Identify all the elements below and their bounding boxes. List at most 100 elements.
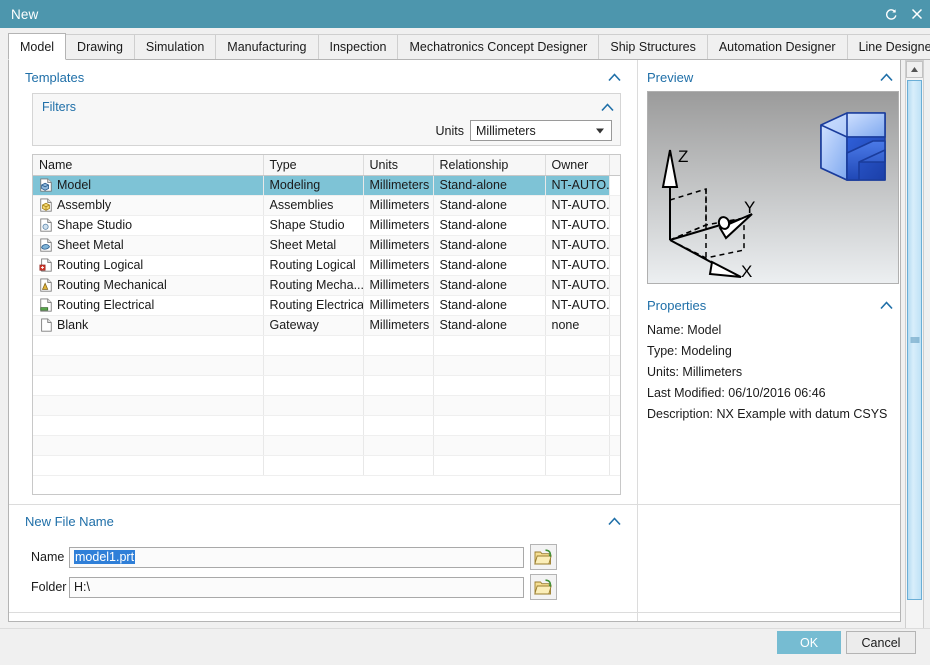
browse-folder-button[interactable] <box>530 574 557 600</box>
chevron-up-icon[interactable] <box>880 299 893 312</box>
shape-studio-template-icon <box>40 218 52 232</box>
table-row-empty[interactable] <box>33 355 620 376</box>
chevron-up-icon[interactable] <box>880 71 893 84</box>
tab-automation-designer[interactable]: Automation Designer <box>706 34 848 60</box>
tab-inspection[interactable]: Inspection <box>317 34 399 60</box>
table-row-empty[interactable] <box>33 415 620 436</box>
cell-units: Millimeters <box>363 315 434 336</box>
dialog-content: Model Drawing Simulation Manufacturing I… <box>0 28 930 650</box>
table-row[interactable]: Blank Gateway Millimeters Stand-alone no… <box>33 315 620 336</box>
table-row[interactable]: Assembly Assemblies Millimeters Stand-al… <box>33 195 620 216</box>
cell-units: Millimeters <box>363 255 434 276</box>
folder-row: Folder H:\ <box>31 574 557 600</box>
table-row-empty[interactable] <box>33 395 620 416</box>
templates-table[interactable]: Name Type Units Relationship Owner Model… <box>32 154 621 495</box>
routing-logical-template-icon <box>39 258 52 272</box>
properties-section-header: Properties <box>647 296 893 314</box>
chevron-up-icon[interactable] <box>608 515 621 528</box>
column-header-units[interactable]: Units <box>363 155 434 176</box>
tab-label: Mechatronics Concept Designer <box>409 40 588 54</box>
property-description: Description: NX Example with datum CSYS <box>647 407 888 421</box>
tab-simulation[interactable]: Simulation <box>133 34 217 60</box>
cell-name: Routing Electrical <box>33 295 264 316</box>
table-row-empty[interactable] <box>33 435 620 456</box>
table-row[interactable]: Model Modeling Millimeters Stand-alone N… <box>33 175 620 196</box>
templates-section-title: Templates <box>25 69 85 85</box>
cell-owner: NT-AUTO... <box>545 195 610 216</box>
property-type: Type: Modeling <box>647 344 732 358</box>
svg-text:Z: Z <box>678 147 688 166</box>
tab-strip: Model Drawing Simulation Manufacturing I… <box>8 33 930 60</box>
template-name: Shape Studio <box>57 218 133 232</box>
assembly-template-icon <box>40 198 52 212</box>
tab-label: Manufacturing <box>227 40 307 54</box>
column-header-owner[interactable]: Owner <box>545 155 610 176</box>
chevron-up-icon[interactable] <box>608 71 621 84</box>
cell-type: Shape Studio <box>263 215 364 236</box>
cell-type: Modeling <box>263 175 364 196</box>
cell-relationship: Stand-alone <box>433 235 546 256</box>
scroll-thumb[interactable] <box>907 80 922 600</box>
filters-header: Filters <box>42 99 614 115</box>
column-header-type[interactable]: Type <box>263 155 364 176</box>
tab-label: Line Designer <box>858 40 930 54</box>
table-row[interactable]: Shape Studio Shape Studio Millimeters St… <box>33 215 620 236</box>
routing-electrical-template-icon <box>40 298 52 312</box>
table-header-row: Name Type Units Relationship Owner <box>33 155 620 176</box>
template-name: Assembly <box>57 198 112 212</box>
new-file-name-section-header: New File Name <box>25 512 621 530</box>
open-folder-icon <box>534 578 552 594</box>
right-column: Preview Z Y X Properties Name: Model Typ… <box>637 60 900 621</box>
table-row-empty[interactable] <box>33 335 620 356</box>
cell-relationship: Stand-alone <box>433 315 546 336</box>
units-selected-value: Millimeters <box>476 123 536 138</box>
chevron-up-icon[interactable] <box>601 101 614 114</box>
table-row[interactable]: Routing Mechanical Routing Mecha... Mill… <box>33 275 620 296</box>
cell-relationship: Stand-alone <box>433 275 546 296</box>
units-filter-row: Units Millimeters <box>436 120 612 141</box>
browse-file-button[interactable] <box>530 544 557 570</box>
datum-csys-preview: Z Y X <box>647 91 899 284</box>
column-header-name[interactable]: Name <box>33 155 264 176</box>
table-row[interactable]: Routing Electrical Routing Electrical Mi… <box>33 295 620 316</box>
cell-type: Routing Electrical <box>263 295 364 316</box>
table-row[interactable]: Routing Logical Routing Logical Millimet… <box>33 255 620 276</box>
tab-mechatronics-concept-designer[interactable]: Mechatronics Concept Designer <box>397 34 600 60</box>
cell-name: Blank <box>33 315 264 336</box>
units-dropdown[interactable]: Millimeters <box>470 120 612 141</box>
cell-extra <box>609 255 620 276</box>
template-name: Routing Electrical <box>57 298 155 312</box>
tab-line-designer[interactable]: Line Designer <box>846 34 930 60</box>
column-header-relationship[interactable]: Relationship <box>433 155 546 176</box>
table-row-empty[interactable] <box>33 455 620 476</box>
tab-model[interactable]: Model <box>8 33 67 60</box>
column-header-extra <box>609 155 620 176</box>
ok-button[interactable]: OK <box>777 631 841 654</box>
dialog-scrollbar[interactable] <box>905 60 924 650</box>
cell-units: Millimeters <box>363 295 434 316</box>
table-row-empty[interactable] <box>33 375 620 396</box>
cell-relationship: Stand-alone <box>433 255 546 276</box>
routing-mechanical-template-icon <box>40 278 52 292</box>
close-icon[interactable] <box>904 1 930 27</box>
tab-ship-structures[interactable]: Ship Structures <box>598 34 708 60</box>
left-column: Templates Filters Units Millimeters Name… <box>9 60 900 621</box>
cell-owner: NT-AUTO... <box>545 175 610 196</box>
scroll-up-icon[interactable] <box>906 61 923 78</box>
cell-type: Sheet Metal <box>263 235 364 256</box>
table-row[interactable]: Sheet Metal Sheet Metal Millimeters Stan… <box>33 235 620 256</box>
cell-units: Millimeters <box>363 235 434 256</box>
cancel-button[interactable]: Cancel <box>846 631 916 654</box>
file-name-input[interactable]: model1.prt <box>69 546 524 568</box>
cell-name: Assembly <box>33 195 264 216</box>
tab-label: Model <box>20 39 55 54</box>
main-panel: Templates Filters Units Millimeters Name… <box>8 59 901 622</box>
cell-relationship: Stand-alone <box>433 215 546 236</box>
cell-relationship: Stand-alone <box>433 175 546 196</box>
cell-extra <box>609 175 620 196</box>
tab-manufacturing[interactable]: Manufacturing <box>215 34 319 60</box>
folder-input[interactable]: H:\ <box>69 576 524 598</box>
tab-drawing[interactable]: Drawing <box>65 34 135 60</box>
template-name: Routing Logical <box>57 258 144 272</box>
reset-icon[interactable] <box>878 1 904 27</box>
